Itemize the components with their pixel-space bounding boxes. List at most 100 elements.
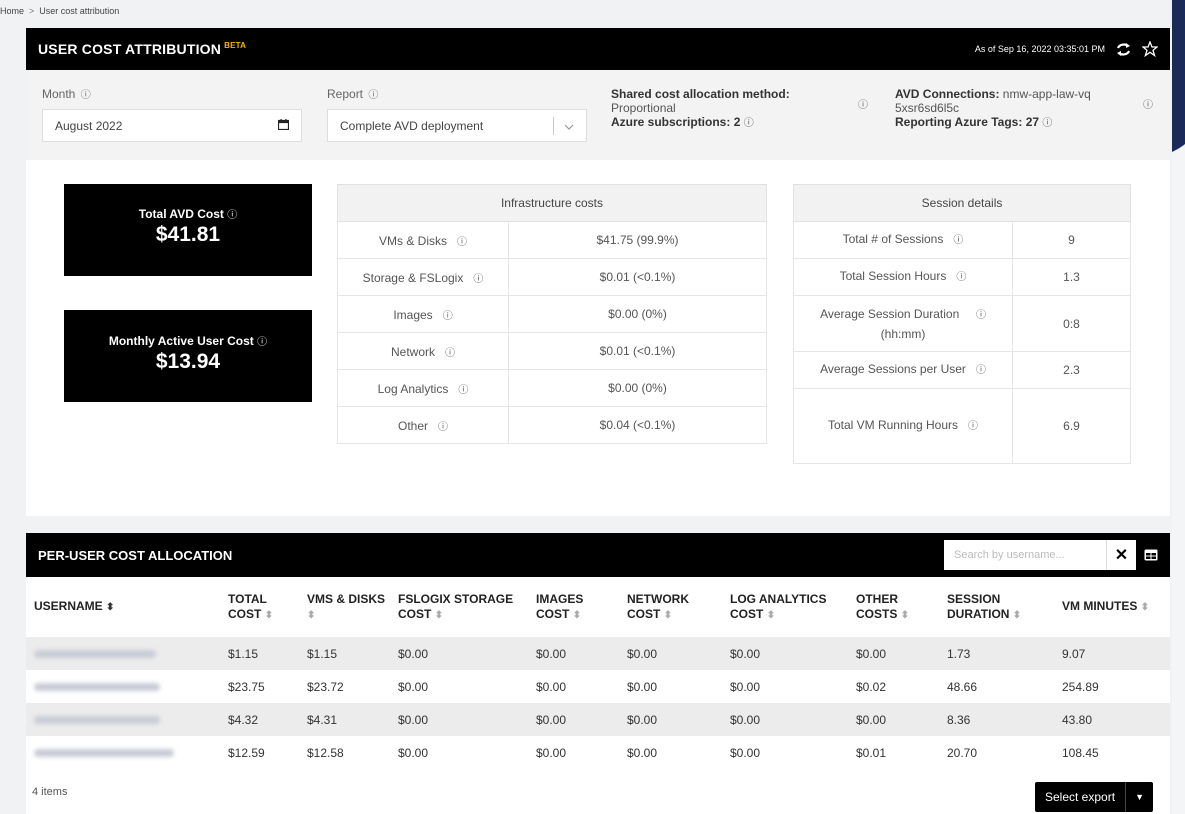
table-row[interactable]: $1.15 $1.15 $0.00 $0.00 $0.00 $0.00 $0.00 1.73 9… <box>26 637 1170 670</box>
sort-icon[interactable]: ⬍ <box>435 610 443 621</box>
refresh-icon[interactable] <box>1115 42 1132 57</box>
session-row-label: Total Session Hours ⓘ <box>793 258 1013 296</box>
info-icon[interactable]: ⓘ <box>368 90 378 101</box>
table-row[interactable]: $4.32 $4.31 $0.00 $0.00 $0.00 $0.00 $0.00 8.36 4… <box>26 703 1170 736</box>
column-header[interactable]: LOG ANALYTICS COST ⬍ <box>724 577 850 637</box>
search-input[interactable] <box>944 540 1106 570</box>
table-cell: $0.00 <box>850 703 941 736</box>
sort-icon[interactable]: ⬍ <box>664 610 672 621</box>
column-chooser-icon[interactable] <box>1144 549 1158 561</box>
info-icon[interactable]: ⓘ <box>458 385 468 396</box>
table-cell: $0.00 <box>724 703 850 736</box>
month-picker[interactable]: August 2022 <box>42 109 302 142</box>
username-cell <box>26 637 222 670</box>
info-icon[interactable]: ⓘ <box>953 235 963 246</box>
table-cell: 9.07 <box>1056 637 1170 670</box>
clear-search-icon[interactable]: ✕ <box>1106 540 1136 570</box>
mau-cost-value: $13.94 <box>155 350 221 373</box>
info-icon[interactable]: ⓘ <box>445 348 455 359</box>
table-cell: $0.00 <box>392 637 530 670</box>
shared-cost-info: Shared cost allocation method: Proportio… <box>611 87 861 131</box>
infrastructure-row-label: Other ⓘ <box>337 406 509 444</box>
table-row[interactable]: $12.59 $12.58 $0.00 $0.00 $0.00 $0.00 $0.01 20.… <box>26 736 1170 769</box>
column-header[interactable]: IMAGES COST ⬍ <box>530 577 621 637</box>
info-icon[interactable]: ⓘ <box>473 274 483 285</box>
report-select[interactable]: Complete AVD deployment <box>327 109 587 142</box>
per-user-table-container: USERNAME ⬍ TOTAL COST ⬍ VMS & DISKS ⬍ FSLOGI… <box>26 577 1170 814</box>
info-icon[interactable]: ⓘ <box>976 310 986 321</box>
select-export-button[interactable]: Select export ▼ <box>1035 782 1154 812</box>
info-icon[interactable]: ⓘ <box>457 237 467 248</box>
sort-icon[interactable]: ⬍ <box>265 610 273 621</box>
info-icon[interactable]: ⓘ <box>744 118 754 129</box>
tags-value: 27 <box>1025 115 1040 129</box>
column-header[interactable]: SESSION DURATION ⬍ <box>941 577 1056 637</box>
column-header[interactable]: NETWORK COST ⬍ <box>621 577 724 637</box>
infrastructure-row: Network ⓘ $0.01 (<0.1%) <box>337 332 767 370</box>
table-cell: $0.00 <box>392 703 530 736</box>
sort-icon[interactable]: ⬍ <box>1013 610 1021 621</box>
total-avd-cost-label: Total AVD Cost ⓘ <box>138 207 238 221</box>
allocation-header: PER-USER COST ALLOCATION ✕ <box>26 533 1170 577</box>
calendar-icon[interactable] <box>277 118 290 133</box>
breadcrumb-current: User cost attribution <box>39 6 120 16</box>
total-avd-cost-value: $41.81 <box>155 223 221 246</box>
infrastructure-row: Images ⓘ $0.00 (0%) <box>337 295 767 333</box>
table-cell: $4.31 <box>301 703 392 736</box>
table-cell: $1.15 <box>301 637 392 670</box>
session-row-value: 1.3 <box>1012 258 1131 296</box>
sort-icon[interactable]: ⬍ <box>106 602 114 613</box>
table-cell: $0.02 <box>856 679 887 694</box>
info-icon[interactable]: ⓘ <box>438 422 448 433</box>
tags-label: Reporting Azure Tags: <box>895 115 1023 129</box>
select-divider <box>553 116 554 135</box>
info-icon[interactable]: ⓘ <box>956 272 966 283</box>
session-row: Total VM Running Hours ⓘ 6.9 <box>793 388 1131 464</box>
info-icon[interactable]: ⓘ <box>968 421 978 432</box>
infrastructure-row-value: $0.01 (<0.1%) <box>508 332 767 370</box>
avd-connections-label: AVD Connections: <box>895 87 1000 101</box>
column-header[interactable]: FSLOGIX STORAGE COST ⬍ <box>392 577 530 637</box>
table-cell: $0.00 <box>627 679 658 694</box>
breadcrumb-home[interactable]: Home <box>0 6 24 16</box>
table-cell: $23.75 <box>228 679 265 694</box>
avd-connections-info: AVD Connections: nmw-app-law-vq5xsr6sd6l… <box>895 87 1095 131</box>
username-cell <box>26 670 222 703</box>
star-icon[interactable] <box>1142 41 1158 57</box>
table-cell: $0.00 <box>536 679 567 694</box>
table-cell: $0.00 <box>536 745 567 760</box>
info-icon[interactable]: ⓘ <box>858 96 868 111</box>
table-cell: $12.58 <box>307 745 344 760</box>
session-row: Average Sessions per User ⓘ 2.3 <box>793 351 1131 389</box>
info-icon[interactable]: ⓘ <box>81 90 91 101</box>
sort-icon[interactable]: ⬍ <box>307 610 315 621</box>
info-icon[interactable]: ⓘ <box>1143 96 1153 111</box>
info-icon[interactable]: ⓘ <box>443 311 453 322</box>
sort-icon[interactable]: ⬍ <box>901 610 909 621</box>
info-icon[interactable]: ⓘ <box>1042 118 1052 129</box>
select-export-label: Select export <box>1045 790 1116 804</box>
table-row[interactable]: $23.75 $23.72 $0.00 $0.00 $0.00 $0.00 $0.02 48.… <box>26 670 1170 703</box>
sort-icon[interactable]: ⬍ <box>573 610 581 621</box>
info-icon[interactable]: ⓘ <box>257 337 267 348</box>
table-cell: $0.00 <box>627 745 658 760</box>
infrastructure-row-label: Log Analytics ⓘ <box>337 369 509 407</box>
infrastructure-row: Storage & FSLogix ⓘ $0.01 (<0.1%) <box>337 258 767 296</box>
column-header[interactable]: VM MINUTES ⬍ <box>1056 577 1170 637</box>
caret-down-icon[interactable]: ▼ <box>1125 782 1153 812</box>
column-header[interactable]: USERNAME ⬍ <box>26 577 222 637</box>
column-header[interactable]: VMS & DISKS ⬍ <box>301 577 392 637</box>
info-icon[interactable]: ⓘ <box>227 210 237 221</box>
sort-icon[interactable]: ⬍ <box>1141 602 1149 613</box>
info-icon[interactable]: ⓘ <box>976 365 986 376</box>
column-header[interactable]: TOTAL COST ⬍ <box>222 577 301 637</box>
summary-panel: Total AVD Cost ⓘ $41.81 Monthly Active U… <box>26 160 1170 516</box>
beta-badge: BETA <box>224 41 247 51</box>
infrastructure-row-label: Storage & FSLogix ⓘ <box>337 258 509 296</box>
chevron-down-icon[interactable] <box>564 119 574 133</box>
sort-icon[interactable]: ⬍ <box>767 610 775 621</box>
session-row-value: 9 <box>1012 221 1131 259</box>
table-cell: 48.66 <box>947 679 978 694</box>
table-cell: $0.00 <box>724 637 850 670</box>
column-header[interactable]: OTHER COSTS ⬍ <box>850 577 941 637</box>
